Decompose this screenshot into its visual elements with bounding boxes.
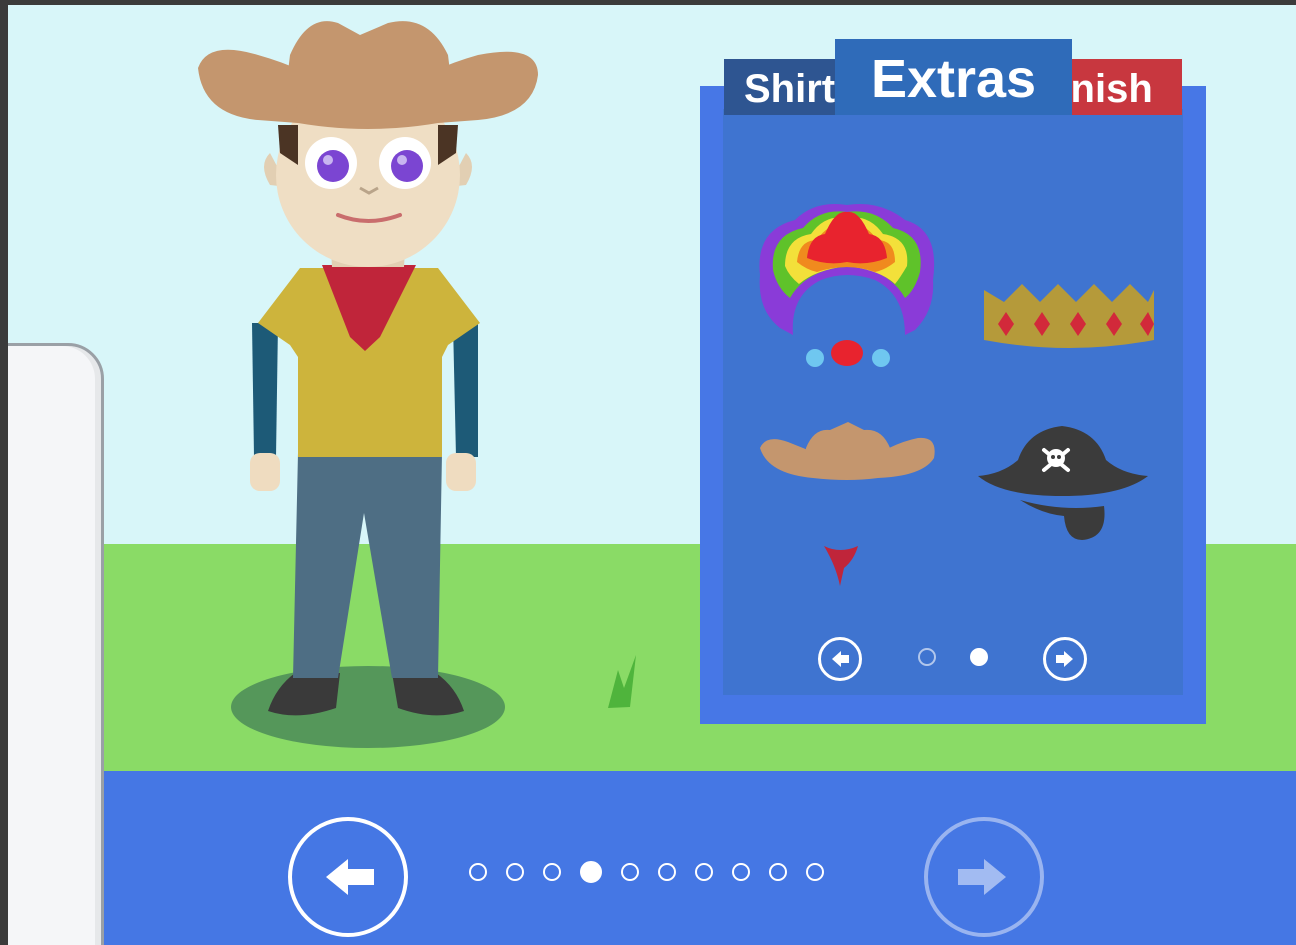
panel-prev-page-button[interactable] bbox=[818, 637, 862, 681]
previous-step-button[interactable] bbox=[288, 817, 408, 937]
tab-extras[interactable]: Extras bbox=[835, 39, 1072, 115]
pirate-hat-icon bbox=[978, 426, 1148, 540]
step-dot-4[interactable] bbox=[580, 861, 602, 883]
bandana-item[interactable] bbox=[816, 540, 866, 590]
step-dot-1[interactable] bbox=[469, 863, 487, 881]
panel-page-dot-1[interactable] bbox=[918, 648, 936, 666]
clown-wig-icon bbox=[759, 204, 935, 367]
extras-panel bbox=[723, 109, 1183, 695]
step-dot-2[interactable] bbox=[506, 863, 524, 881]
panel-page-dot-2[interactable] bbox=[970, 648, 988, 666]
step-progress-dots bbox=[469, 861, 824, 889]
clown-wig-item[interactable] bbox=[755, 200, 940, 375]
step-dot-10[interactable] bbox=[806, 863, 824, 881]
crown-item[interactable] bbox=[982, 280, 1157, 355]
cowboy-hat-icon bbox=[760, 422, 935, 480]
tab-shirt-label: Shirt bbox=[744, 67, 836, 111]
step-dot-7[interactable] bbox=[695, 863, 713, 881]
pirate-hat-item[interactable] bbox=[972, 420, 1152, 545]
bandana-icon bbox=[824, 546, 858, 586]
tab-shirt[interactable]: Shirt bbox=[724, 59, 836, 115]
step-dot-6[interactable] bbox=[658, 863, 676, 881]
arrow-left-icon bbox=[832, 651, 849, 667]
step-dot-5[interactable] bbox=[621, 863, 639, 881]
side-drawer-panel[interactable] bbox=[8, 343, 104, 945]
arrow-right-icon bbox=[1056, 651, 1073, 667]
tab-finish[interactable]: Finish bbox=[1070, 59, 1182, 115]
step-dot-3[interactable] bbox=[543, 863, 561, 881]
next-step-button[interactable] bbox=[924, 817, 1044, 937]
step-dot-9[interactable] bbox=[769, 863, 787, 881]
panel-next-page-button[interactable] bbox=[1043, 637, 1087, 681]
crown-icon bbox=[984, 284, 1154, 348]
step-dot-8[interactable] bbox=[732, 863, 750, 881]
arrow-right-icon bbox=[958, 859, 1006, 895]
tab-finish-label: Finish bbox=[1070, 67, 1153, 111]
tab-extras-label: Extras bbox=[870, 49, 1037, 109]
arrow-left-icon bbox=[326, 859, 374, 895]
cowboy-hat-item[interactable] bbox=[758, 418, 938, 483]
